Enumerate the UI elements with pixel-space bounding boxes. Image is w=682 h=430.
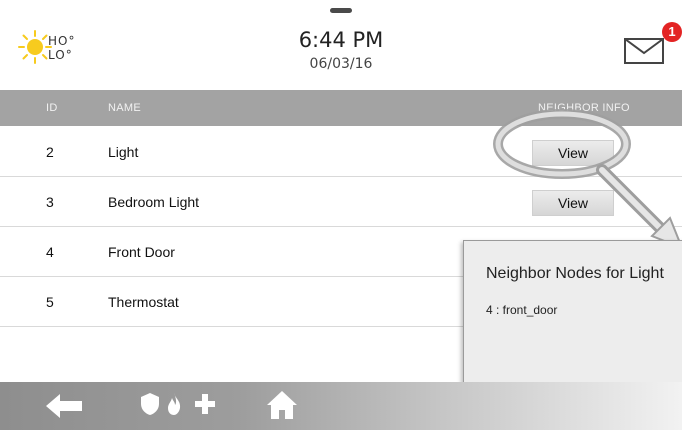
envelope-icon[interactable] [624,38,666,64]
unread-badge: 1 [662,22,682,42]
popup-title: Neighbor Nodes for Light [486,265,664,282]
row-name: Bedroom Light [108,194,200,210]
row-name: Light [108,144,139,160]
column-name: NAME [108,102,141,114]
flame-icon[interactable] [166,392,182,416]
bottom-navigation-bar [0,382,682,430]
column-id: ID [46,102,58,114]
back-arrow-icon[interactable] [46,394,82,418]
row-id: 4 [46,244,54,260]
neighbor-nodes-popup[interactable]: Neighbor Nodes for Light 4 : front_door [463,240,682,392]
row-name: Thermostat [108,294,179,310]
magnifier-callout-icon [493,109,682,248]
pull-down-handle[interactable] [330,8,352,13]
row-id: 2 [46,144,54,160]
row-name: Front Door [108,244,175,260]
medical-cross-icon[interactable] [194,393,216,415]
neighbor-entry: 4 : front_door [486,303,558,317]
home-icon[interactable] [266,390,298,420]
current-date: 06/03/16 [309,56,373,72]
shield-icon[interactable] [140,392,160,416]
current-time: 6:44 PM [298,28,384,52]
row-id: 3 [46,194,54,210]
screen: HO° LO° 6:44 PM 06/03/16 1 ID NAME NEIGH… [0,0,682,430]
row-id: 5 [46,294,54,310]
clock: 6:44 PM 06/03/16 [0,28,682,72]
